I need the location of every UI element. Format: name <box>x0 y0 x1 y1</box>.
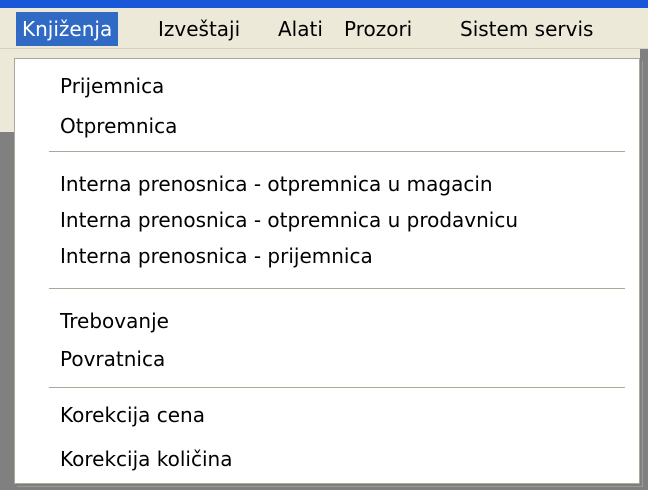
menu-separator <box>49 288 625 290</box>
menu-knjizenja[interactable]: Knjiženja <box>16 12 119 46</box>
menu-item-povratnica[interactable]: Povratnica <box>60 342 165 376</box>
knjizenja-dropdown-menu: Prijemnica Otpremnica Interna prenosnica… <box>14 58 640 484</box>
window-titlebar-strip <box>0 0 648 8</box>
menu-sistem-servis[interactable]: Sistem servis <box>454 12 599 46</box>
menu-item-interna-otpremnica-prodavnica[interactable]: Interna prenosnica - otpremnica u prodav… <box>60 203 518 237</box>
menu-item-trebovanje[interactable]: Trebovanje <box>60 304 169 338</box>
menu-item-interna-prijemnica[interactable]: Interna prenosnica - prijemnica <box>60 239 373 273</box>
menu-prozori[interactable]: Prozori <box>338 12 418 46</box>
menu-item-otpremnica[interactable]: Otpremnica <box>60 109 177 143</box>
menu-izvestaji[interactable]: Izveštaji <box>152 12 246 46</box>
menu-item-korekcija-kolicina[interactable]: Korekcija količina <box>60 442 232 476</box>
menu-separator <box>49 387 625 389</box>
menu-item-interna-otpremnica-magacin[interactable]: Interna prenosnica - otpremnica u magaci… <box>60 167 493 201</box>
menu-item-korekcija-cena[interactable]: Korekcija cena <box>60 398 205 432</box>
menu-bar: Knjiženja Izveštaji Alati Prozori Sistem… <box>0 8 648 49</box>
menu-separator <box>49 151 625 153</box>
menu-alati[interactable]: Alati <box>272 12 329 46</box>
workspace-right-edge <box>640 48 648 490</box>
menu-item-prijemnica[interactable]: Prijemnica <box>60 69 164 103</box>
